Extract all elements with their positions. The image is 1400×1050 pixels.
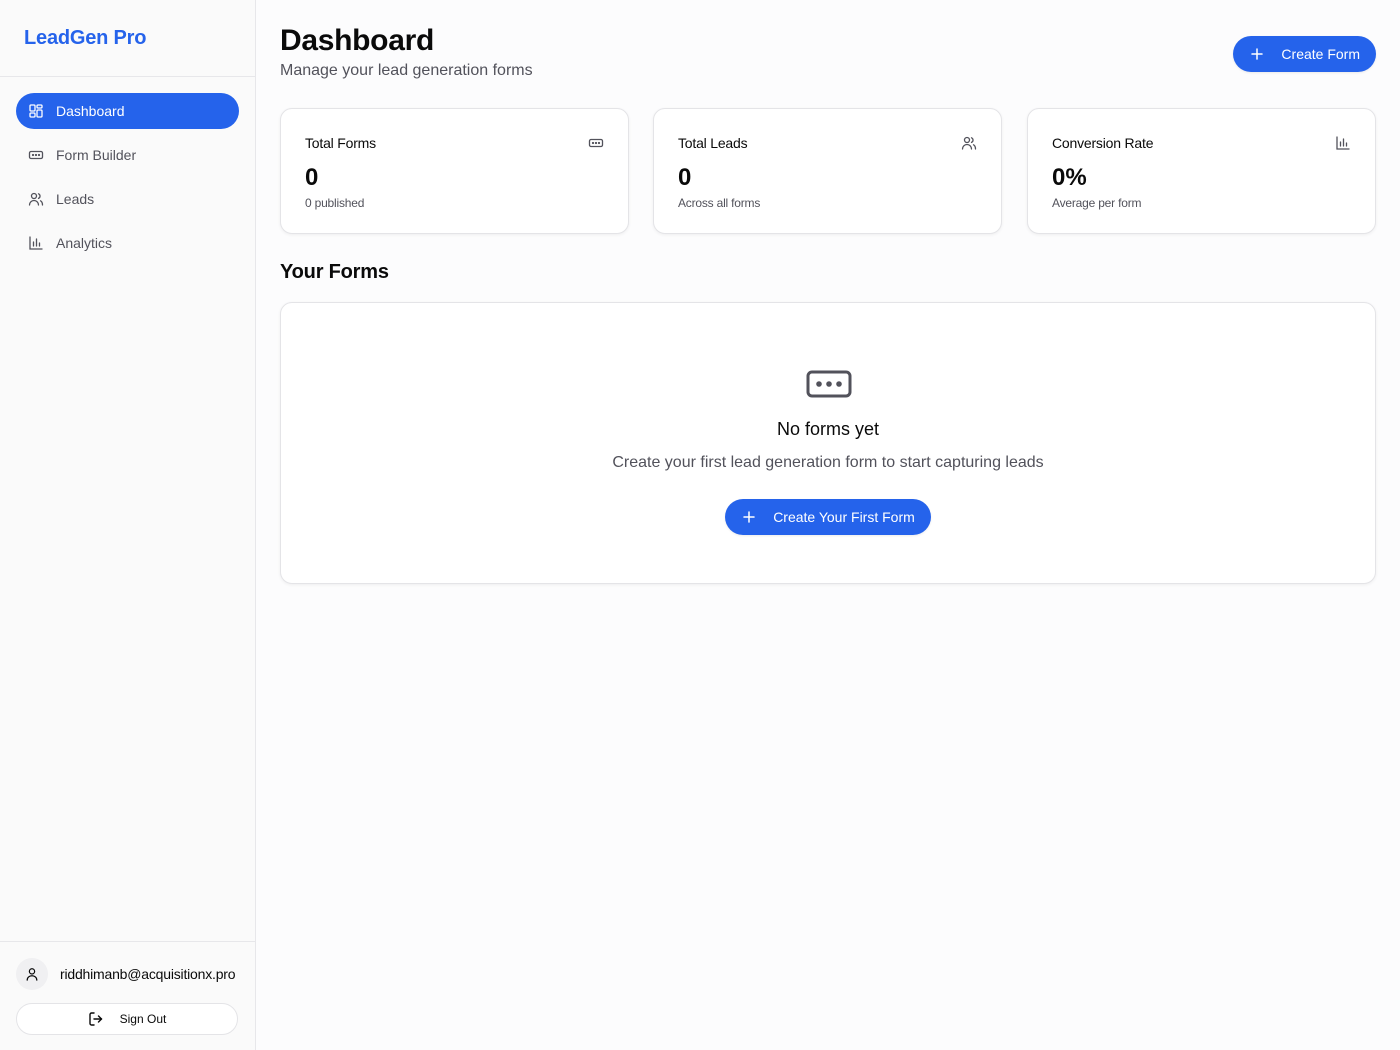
stat-label: Total Forms xyxy=(305,135,376,151)
sidebar-item-dashboard[interactable]: Dashboard xyxy=(16,93,239,129)
stat-value: 0 xyxy=(305,164,319,191)
avatar xyxy=(16,958,48,990)
stat-card-total-forms: Total Forms 0 0 published xyxy=(280,108,629,234)
sidebar-item-form-builder[interactable]: Form Builder xyxy=(16,137,239,173)
stat-label: Total Leads xyxy=(678,135,748,151)
layout-dashboard-icon xyxy=(28,103,44,119)
brand-logo[interactable]: LeadGen Pro xyxy=(0,0,255,77)
user-icon xyxy=(26,968,38,981)
log-out-icon xyxy=(88,1012,102,1026)
stat-label: Conversion Rate xyxy=(1052,135,1154,151)
stat-subtext: Across all forms xyxy=(678,196,761,210)
plus-icon xyxy=(743,511,755,523)
create-first-form-button[interactable]: Create Your First Form xyxy=(725,499,931,535)
sidebar: LeadGen Pro Dashboard Form Builder Leads… xyxy=(0,0,256,1050)
sidebar-item-leads[interactable]: Leads xyxy=(16,181,239,217)
form-input-icon xyxy=(806,370,852,398)
stat-value: 0 xyxy=(678,164,692,191)
page-subtitle: Manage your lead generation forms xyxy=(280,62,533,79)
stat-card-conversion-rate: Conversion Rate 0% Average per form xyxy=(1027,108,1376,234)
form-input-icon xyxy=(28,147,44,163)
sidebar-item-label: Dashboard xyxy=(56,103,125,119)
sidebar-item-label: Form Builder xyxy=(56,147,137,163)
sidebar-item-label: Analytics xyxy=(56,235,113,251)
users-icon xyxy=(961,136,977,150)
sidebar-item-label: Leads xyxy=(56,191,95,207)
empty-state-title: No forms yet xyxy=(776,419,880,439)
user-profile: riddhimanb@acquisitionx.pro xyxy=(16,958,239,990)
stat-card-total-leads: Total Leads 0 Across all forms xyxy=(653,108,1002,234)
plus-icon xyxy=(1251,48,1264,60)
users-icon xyxy=(28,191,44,207)
section-title-your-forms: Your Forms xyxy=(280,261,389,283)
sign-out-button[interactable]: Sign Out xyxy=(16,1003,238,1035)
stats-row: Total Forms 0 0 published Total Leads 0 … xyxy=(280,108,1376,234)
sidebar-footer: riddhimanb@acquisitionx.pro Sign Out xyxy=(0,941,255,1050)
stat-value: 0% xyxy=(1052,164,1087,191)
empty-state-text: Create your first lead generation form t… xyxy=(612,454,1044,471)
bar-chart-icon xyxy=(28,235,44,251)
page-title: Dashboard xyxy=(280,24,434,57)
user-email: riddhimanb@acquisitionx.pro xyxy=(60,966,236,982)
sidebar-item-analytics[interactable]: Analytics xyxy=(16,225,239,261)
create-form-label: Create Form xyxy=(1281,46,1360,62)
form-input-icon xyxy=(588,138,604,148)
create-first-form-label: Create Your First Form xyxy=(773,509,915,525)
sign-out-label: Sign Out xyxy=(119,1012,167,1026)
stat-subtext: 0 published xyxy=(305,196,365,210)
sidebar-nav: Dashboard Form Builder Leads Analytics xyxy=(0,77,255,261)
stat-subtext: Average per form xyxy=(1052,196,1142,210)
create-form-button[interactable]: Create Form xyxy=(1233,36,1376,72)
bar-chart-icon xyxy=(1336,136,1350,150)
forms-empty-state: No forms yet Create your first lead gene… xyxy=(280,302,1376,584)
